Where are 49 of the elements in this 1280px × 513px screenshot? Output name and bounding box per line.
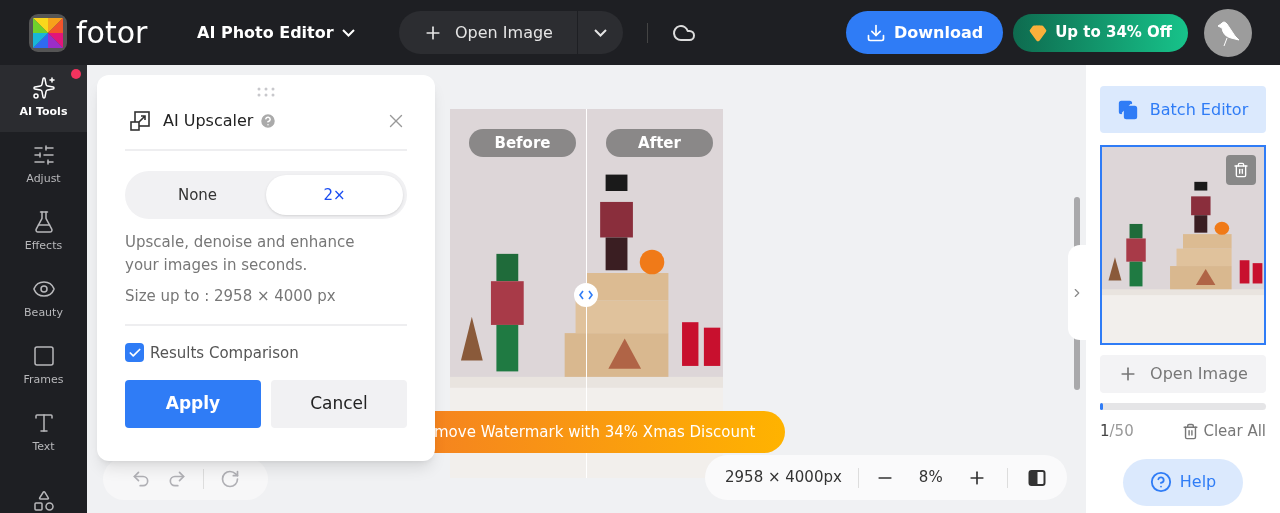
- chevron-down-icon: [341, 28, 355, 37]
- sidebar-item[interactable]: Beauty: [0, 266, 87, 333]
- apply-button[interactable]: Apply: [125, 380, 261, 428]
- sidebar-item[interactable]: Adjust: [0, 132, 87, 199]
- image-limit: /50: [1109, 421, 1134, 442]
- zoom-level: 8%: [918, 467, 943, 489]
- image-dimensions: 2958 × 4000px: [725, 467, 842, 489]
- after-label: After: [606, 129, 713, 157]
- sidebar-item[interactable]: Frames: [0, 333, 87, 400]
- upscale-icon: [129, 110, 151, 132]
- drag-handle-icon[interactable]: [256, 87, 276, 97]
- shapes-icon: [31, 488, 56, 513]
- sliders-icon: [31, 143, 56, 168]
- download-icon: [865, 22, 886, 43]
- stacked-squares-icon: [1117, 99, 1138, 120]
- promo-button[interactable]: Up to 34% Off: [1013, 13, 1188, 52]
- sidebar-item[interactable]: AI Tools: [0, 65, 87, 132]
- help-icon: [1149, 471, 1172, 493]
- cancel-button[interactable]: Cancel: [271, 380, 407, 428]
- logo-icon: [28, 12, 68, 53]
- sidebar-item[interactable]: Text: [0, 400, 87, 467]
- size-limit-text: Size up to : 2958 × 4000 px: [125, 286, 337, 307]
- open-image-button[interactable]: Open Image: [1100, 355, 1266, 393]
- logo-text: fotor: [76, 17, 148, 48]
- sparkle-icon: [31, 76, 56, 101]
- checkbox-label: Results Comparison: [150, 342, 299, 364]
- help-icon[interactable]: [259, 112, 278, 130]
- description-text: Upscale, denoise and enhance your images in seconds.: [125, 232, 356, 276]
- sidebar-item[interactable]: Effects: [0, 199, 87, 266]
- checkbox[interactable]: [125, 343, 144, 363]
- left-right-arrows-icon: [579, 290, 593, 300]
- delete-icon[interactable]: [1226, 155, 1256, 185]
- gem-icon: [1029, 23, 1048, 42]
- frame-icon: [31, 344, 56, 369]
- clear-all-button[interactable]: Clear All: [1182, 420, 1266, 443]
- undo-icon[interactable]: [131, 469, 151, 489]
- scale-option[interactable]: None: [129, 175, 266, 215]
- compare-icon[interactable]: [1027, 468, 1046, 487]
- scale-option[interactable]: 2×: [266, 175, 403, 215]
- chevron-down-icon: [593, 28, 607, 37]
- redo-icon[interactable]: [167, 469, 187, 489]
- avatar[interactable]: [1204, 8, 1252, 57]
- product-menu[interactable]: AI Photo Editor: [197, 20, 387, 45]
- panel-title: AI Upscaler: [163, 110, 254, 132]
- image-count: 1: [1100, 421, 1110, 442]
- download-button[interactable]: Download: [845, 11, 1004, 54]
- reset-icon[interactable]: [220, 469, 240, 489]
- before-label: Before: [469, 129, 576, 157]
- trash-icon: [1182, 422, 1200, 440]
